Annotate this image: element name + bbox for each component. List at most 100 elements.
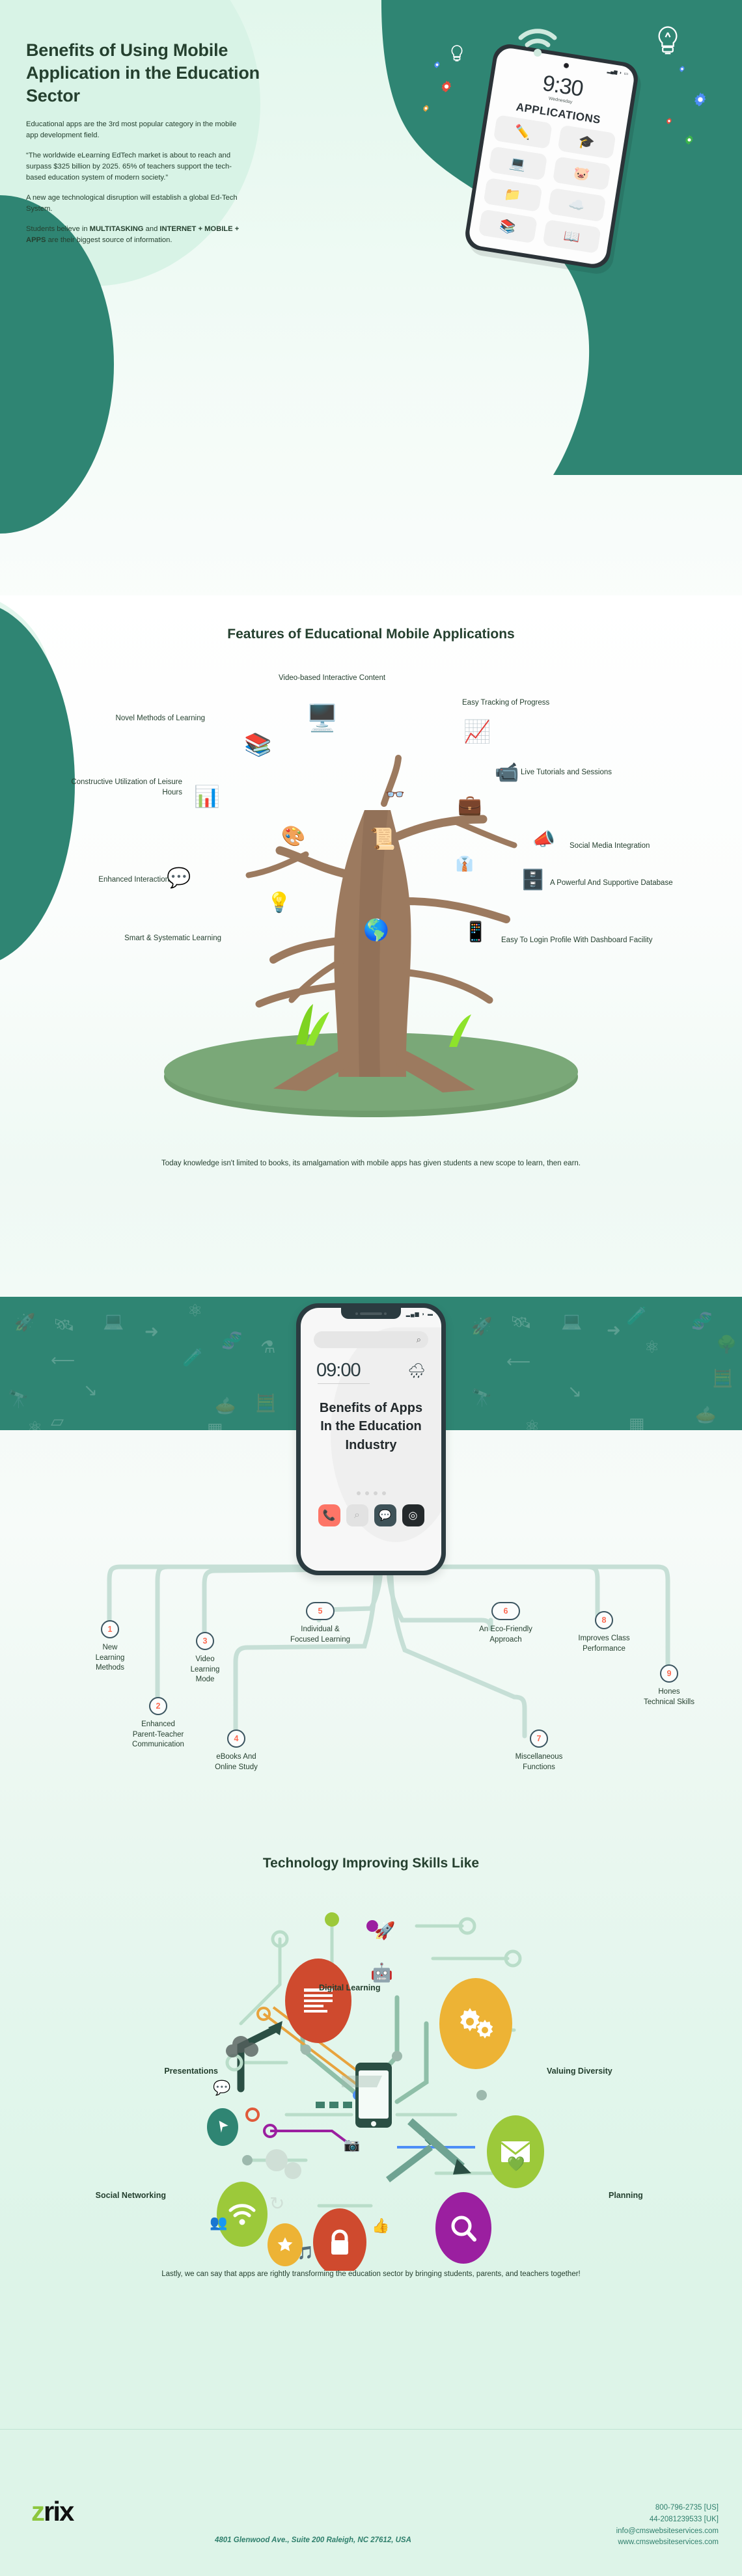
tree-icon: 🌳 bbox=[716, 1335, 737, 1354]
hero-body-text: Educational apps are the 3rd most popula… bbox=[26, 119, 244, 255]
wifi-icon: ◗ bbox=[421, 1311, 426, 1317]
phone-headline: Benefits of Apps In the Education Indust… bbox=[319, 1401, 423, 1452]
phone-icon[interactable]: 📞 bbox=[318, 1504, 340, 1526]
phone-us[interactable]: 800-796-2735 [US] bbox=[504, 2502, 719, 2514]
satellite-icon: 🛰 bbox=[510, 1312, 532, 1332]
hero-paragraph-3: A new age technological disruption will … bbox=[26, 194, 238, 213]
phone-notch bbox=[341, 1308, 401, 1319]
footer-address: 4801 Glenwood Ave., Suite 200 Raleigh, N… bbox=[215, 2536, 411, 2544]
skill-presentations: Presentations bbox=[164, 2067, 218, 2076]
benefit-badge: 8 bbox=[595, 1611, 613, 1629]
feature-smart-systematic-learning: Smart & Systematic Learning bbox=[124, 934, 221, 942]
feature-novel-methods-of-learning: Novel Methods of Learning bbox=[115, 714, 205, 722]
laptop-icon: 💻 bbox=[103, 1311, 124, 1331]
features-section-title: Features of Educational Mobile Applicati… bbox=[227, 627, 515, 642]
gears-planning-icon bbox=[439, 1978, 512, 2069]
signal-icon: ▂▄▆ bbox=[607, 68, 618, 75]
benefit-new-learning-methods[interactable]: 1 New Learning Methods bbox=[85, 1620, 135, 1674]
instagram-icon[interactable]: ◎ bbox=[402, 1504, 424, 1526]
benefit-eco-friendly-approach[interactable]: 6 An Eco-Friendly Approach bbox=[447, 1602, 564, 1645]
heart-icon: 💚 bbox=[507, 2156, 525, 2172]
presentation-doc-icon bbox=[285, 1959, 351, 2043]
gear-icon bbox=[441, 80, 452, 92]
laptop-icon[interactable]: 💻 bbox=[488, 146, 547, 181]
whatsapp-icon[interactable]: 💬 bbox=[374, 1504, 396, 1526]
skill-planning: Planning bbox=[609, 2191, 643, 2200]
benefit-ebooks-and-online-study[interactable]: 4 eBooks And Online Study bbox=[195, 1729, 277, 1772]
website-link[interactable]: www.cmswebsiteservices.com bbox=[504, 2537, 719, 2549]
hero-paragraph-1: Educational apps are the 3rd most popula… bbox=[26, 120, 237, 140]
hero-final-post: are their biggest source of information. bbox=[46, 236, 172, 245]
open-book-icon[interactable]: 📖 bbox=[542, 219, 601, 254]
pie-chart-icon: 🥧 bbox=[695, 1405, 717, 1424]
benefit-enhanced-parent-teacher-communication[interactable]: 2 Enhanced Parent-Teacher Communication bbox=[109, 1697, 207, 1750]
camera-icon: 📷 bbox=[344, 2138, 360, 2152]
calculator-icon: 🧮 bbox=[712, 1368, 734, 1388]
closing-statement: Lastly, we can say that apps are rightly… bbox=[161, 2270, 581, 2278]
feature-easy-tracking-of-progress: Easy Tracking of Progress bbox=[462, 699, 550, 707]
benefit-label: New Learning Methods bbox=[95, 1644, 125, 1672]
footer-divider bbox=[0, 2429, 742, 2430]
gear-icon bbox=[423, 105, 429, 112]
test-tubes-icon: 🧪 bbox=[182, 1348, 204, 1367]
feature-enhanced-interaction: Enhanced Interaction bbox=[98, 876, 169, 884]
palette-icon: 🎨 bbox=[281, 826, 306, 847]
graduation-cap-icon[interactable]: 🎓 bbox=[556, 124, 616, 159]
skill-social-networking: Social Networking bbox=[95, 2191, 166, 2200]
search-icon[interactable]: ⌕ bbox=[346, 1504, 368, 1526]
refresh-icon: ↻ bbox=[269, 2193, 285, 2214]
feature-constructive-utilization-of-leisure-hours: Constructive Utilization of Leisure Hour… bbox=[71, 778, 182, 796]
molecule-icon: ⚛ bbox=[27, 1418, 43, 1430]
music-note-icon: 🎵 bbox=[297, 2246, 314, 2260]
calculator-icon: 🧮 bbox=[255, 1393, 277, 1413]
cloud-icon[interactable]: ☁️ bbox=[547, 187, 607, 223]
arrow-down-icon: ↘ bbox=[83, 1380, 98, 1400]
infographic-page: ▂▄▆ ◗ ▭ 9:30 Wednesday APPLICATIONS ✏️ 🎓 💻… bbox=[0, 0, 742, 2576]
zrix-logo[interactable]: zrix bbox=[31, 2496, 74, 2527]
logo-z: z bbox=[31, 2496, 45, 2527]
hero-section: ▂▄▆ ◗ ▭ 9:30 Wednesday APPLICATIONS ✏️ 🎓 💻… bbox=[0, 0, 742, 612]
email-link[interactable]: info@cmswebsiteservices.com bbox=[504, 2526, 719, 2538]
folder-icon[interactable]: 📁 bbox=[483, 177, 543, 212]
pencils-icon[interactable]: ✏️ bbox=[493, 115, 553, 150]
arrow-right-icon: ➜ bbox=[144, 1322, 159, 1341]
dna-icon: 🧬 bbox=[221, 1331, 243, 1350]
benefit-video-learning-mode[interactable]: 3 Video Learning Mode bbox=[180, 1632, 230, 1685]
lightbulb-icon bbox=[449, 44, 465, 67]
phone-uk[interactable]: 44-2081239533 [UK] bbox=[504, 2514, 719, 2526]
feature-video-based-interactive-content: Video-based Interactive Content bbox=[278, 674, 386, 682]
feature-powerful-supportive-database: A Powerful And Supportive Database bbox=[550, 879, 673, 887]
thumbs-up-icon: 👍 bbox=[372, 2217, 390, 2234]
hero-paragraph-4: Students believe in MULTITASKING and INT… bbox=[26, 224, 244, 246]
benefit-hones-technical-skills[interactable]: 9 Hones Technical Skills bbox=[622, 1664, 716, 1707]
benefit-label: Miscellaneous Functions bbox=[515, 1753, 563, 1771]
books-icon[interactable]: 📚 bbox=[478, 209, 538, 244]
piggy-bank-icon[interactable]: 🐷 bbox=[552, 156, 612, 191]
bar-chart-icon: 📊 bbox=[194, 785, 220, 808]
gear-icon bbox=[679, 66, 685, 72]
lightbulb-icon bbox=[654, 25, 681, 63]
abacus-icon: ▦ bbox=[629, 1414, 645, 1430]
molecule-icon: ⚛ bbox=[525, 1417, 540, 1430]
hero-paragraph-2: “The worldwide eLearning EdTech market i… bbox=[26, 152, 232, 182]
benefit-miscellaneous-functions[interactable]: 7 Miscellaneous Functions bbox=[489, 1729, 588, 1772]
search-input[interactable]: ⌕ bbox=[314, 1331, 428, 1348]
pie-chart-icon: 🥧 bbox=[215, 1396, 236, 1415]
benefit-badge: 2 bbox=[149, 1697, 167, 1715]
benefit-label: eBooks And Online Study bbox=[215, 1753, 258, 1771]
chat-bubbles-icon: 💬 bbox=[213, 2080, 231, 2096]
hero-final-pre: Students believe in bbox=[26, 225, 90, 234]
benefit-badge: 3 bbox=[196, 1632, 214, 1650]
benefit-badge: 6 bbox=[491, 1602, 520, 1620]
benefit-individual-focused-learning[interactable]: 5 Individual & Focused Learning bbox=[256, 1602, 384, 1645]
skills-section: Technology Improving Skills Like 🤖 🚀 💚 📷… bbox=[0, 1822, 742, 2277]
atom-icon: ⚛ bbox=[187, 1301, 203, 1320]
app-dock: 📞 ⌕ 💬 ◎ bbox=[301, 1504, 441, 1526]
benefit-improves-class-performance[interactable]: 8 Improves Class Performance bbox=[556, 1611, 652, 1654]
rocket-icon: 🚀 bbox=[14, 1312, 36, 1332]
database-cloud-icon: 🗄️ bbox=[521, 869, 545, 891]
social-media-icon: 📣 bbox=[532, 829, 555, 849]
benefit-label: Individual & Focused Learning bbox=[290, 1625, 351, 1644]
phone-status-bar: ▂▄▆ ◗ ▭ bbox=[607, 68, 628, 77]
arrow-down-icon: ↘ bbox=[568, 1381, 582, 1401]
